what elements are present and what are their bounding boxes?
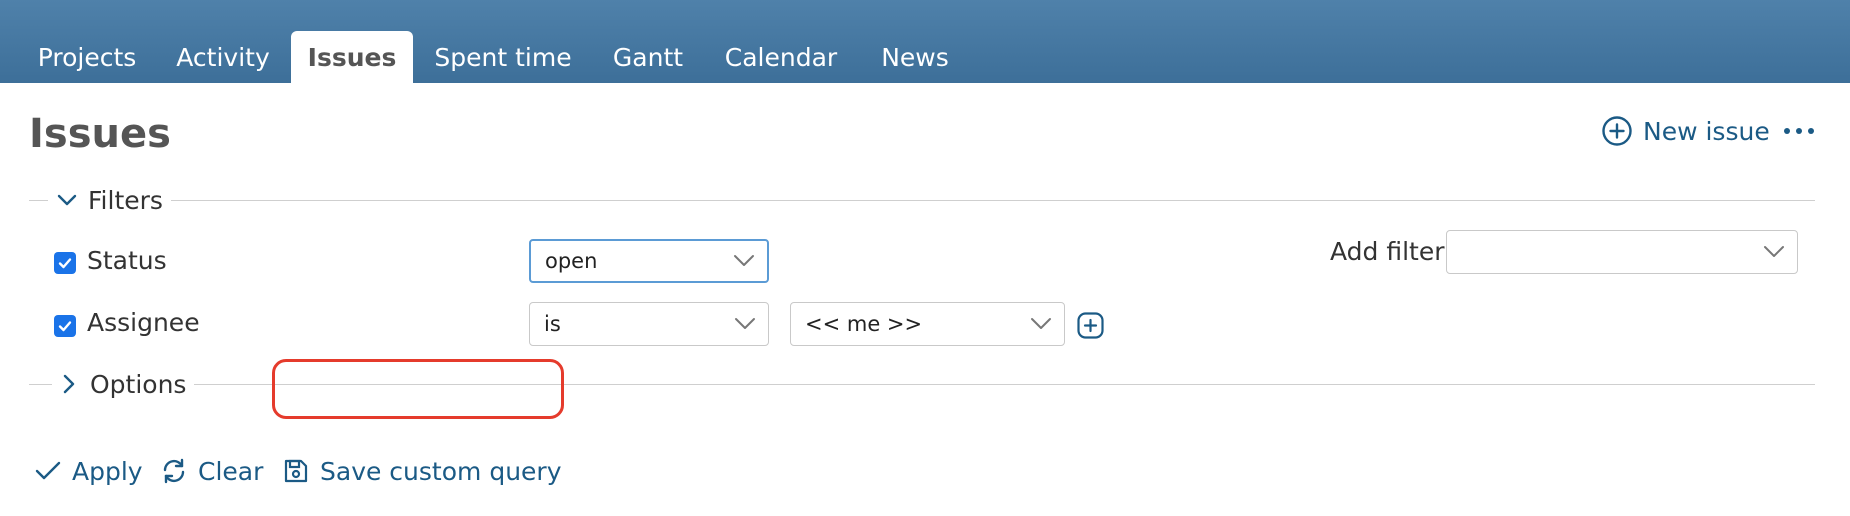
tab-issues[interactable]: Issues	[291, 31, 413, 83]
tab-gantt[interactable]: Gantt	[600, 31, 696, 83]
filters-divider	[29, 200, 1815, 201]
refresh-icon	[163, 458, 185, 484]
chevron-down-icon	[1031, 318, 1051, 329]
assignee-filter-checkbox[interactable]	[54, 315, 76, 337]
filters-legend[interactable]: Filters	[48, 182, 171, 218]
chevron-down-icon	[734, 255, 754, 266]
apply-label: Apply	[72, 456, 143, 486]
assignee-operator-value: is	[544, 312, 561, 336]
tab-calendar[interactable]: Calendar	[712, 31, 850, 83]
chevron-right-icon	[63, 374, 75, 394]
more-actions-icon[interactable]	[1782, 119, 1816, 143]
chevron-down-icon	[1764, 246, 1784, 257]
assignee-operator-select[interactable]: is	[529, 302, 769, 346]
chevron-down-icon	[735, 318, 755, 329]
plus-circle-icon	[1602, 116, 1632, 146]
assignee-filter-label: Assignee	[87, 308, 200, 337]
save-icon	[284, 459, 308, 483]
main-content: Issues New issue Filters Status open Add	[0, 83, 1850, 516]
clear-button[interactable]: Clear	[160, 453, 263, 489]
add-value-plus-icon[interactable]	[1077, 312, 1104, 339]
tab-news[interactable]: News	[866, 31, 964, 83]
tab-spent-time[interactable]: Spent time	[422, 31, 584, 83]
assignee-value: << me >>	[805, 312, 923, 336]
chevron-down-icon	[57, 194, 77, 206]
status-filter-label: Status	[87, 246, 167, 275]
status-filter-checkbox[interactable]	[54, 252, 76, 274]
assignee-value-select[interactable]: << me >>	[790, 302, 1065, 346]
check-icon	[58, 321, 72, 332]
save-custom-query-label: Save custom query	[320, 456, 562, 486]
add-filter-select[interactable]	[1446, 230, 1798, 274]
options-legend[interactable]: Options	[52, 366, 195, 402]
new-issue-button[interactable]: New issue	[1601, 114, 1770, 148]
save-custom-query-button[interactable]: Save custom query	[282, 453, 562, 489]
top-navigation-bar: Projects Activity Issues Spent time Gant…	[0, 0, 1850, 83]
status-operator-select[interactable]: open	[529, 239, 769, 283]
check-icon	[35, 461, 61, 480]
clear-label: Clear	[198, 456, 264, 486]
add-filter-label: Add filter	[1330, 237, 1445, 266]
filters-legend-label: Filters	[88, 185, 163, 215]
new-issue-label: New issue	[1643, 116, 1770, 146]
apply-button[interactable]: Apply	[34, 453, 143, 489]
status-operator-value: open	[545, 249, 598, 273]
page-title: Issues	[29, 111, 171, 157]
tab-projects[interactable]: Projects	[20, 31, 154, 83]
check-icon	[58, 258, 72, 269]
tab-activity[interactable]: Activity	[160, 31, 286, 83]
options-legend-label: Options	[90, 369, 187, 399]
options-divider	[29, 384, 1815, 385]
